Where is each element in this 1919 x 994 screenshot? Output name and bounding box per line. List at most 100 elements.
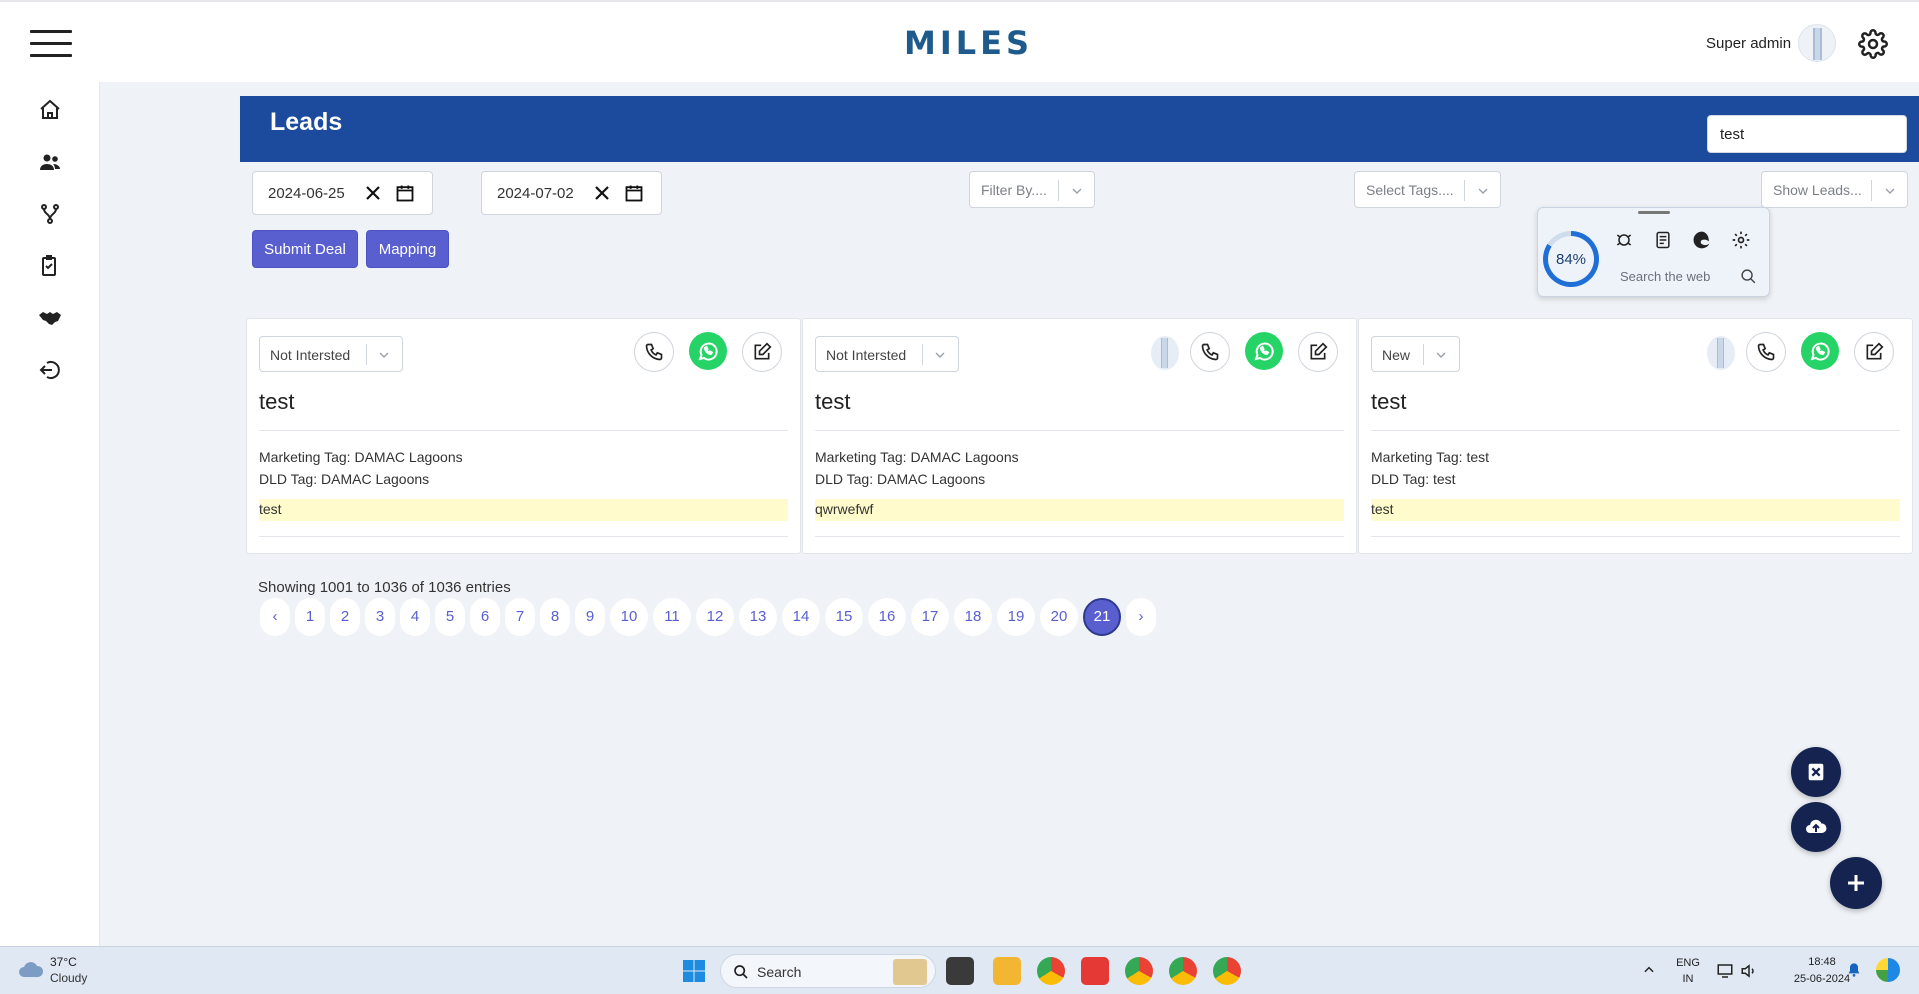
gear-icon[interactable] [1731, 230, 1751, 250]
windows-start-icon[interactable] [682, 959, 706, 983]
select-tags-placeholder: Select Tags.... [1366, 182, 1454, 198]
clear-icon[interactable] [364, 184, 382, 202]
page-14[interactable]: 14 [782, 598, 820, 636]
export-excel-button[interactable] [1791, 747, 1841, 797]
whatsapp-button[interactable] [1801, 332, 1839, 370]
network-icon[interactable] [1716, 962, 1734, 980]
page-8[interactable]: 8 [540, 598, 570, 636]
page-19[interactable]: 19 [997, 598, 1035, 636]
status-select[interactable]: Not Intersted [815, 336, 959, 372]
upload-button[interactable] [1791, 802, 1841, 852]
page-15[interactable]: 15 [825, 598, 863, 636]
volume-icon[interactable] [1740, 962, 1758, 980]
edit-button[interactable] [742, 332, 782, 372]
edge-icon[interactable] [1692, 230, 1712, 250]
page-3[interactable]: 3 [365, 598, 395, 636]
clock-date[interactable]: 25-06-2024 [1790, 973, 1854, 985]
page-9[interactable]: 9 [575, 598, 605, 636]
dragon-icon[interactable] [1614, 230, 1634, 250]
chrome-icon[interactable] [1037, 957, 1065, 985]
lead-card[interactable]: Not Intersted test Marketing Tag: DAMAC … [246, 318, 801, 554]
page-4[interactable]: 4 [400, 598, 430, 636]
page-18[interactable]: 18 [954, 598, 992, 636]
notes-icon[interactable] [1653, 230, 1673, 250]
page-6[interactable]: 6 [470, 598, 500, 636]
select-tags-select[interactable]: Select Tags.... [1354, 171, 1501, 208]
call-button[interactable] [1746, 332, 1786, 372]
notification-bell-icon[interactable] [1846, 961, 1862, 979]
home-icon[interactable] [38, 98, 62, 122]
status-select[interactable]: New [1371, 336, 1460, 372]
handshake-icon[interactable] [38, 306, 62, 330]
taskbar-search[interactable]: Search [720, 954, 936, 988]
calendar-icon[interactable] [395, 183, 415, 203]
date-from-field[interactable]: 2024-06-25 [252, 171, 433, 215]
submit-deal-button[interactable]: Submit Deal [252, 230, 358, 268]
page-2[interactable]: 2 [330, 598, 360, 636]
task-view-icon[interactable] [946, 957, 974, 985]
weather-condition[interactable]: Cloudy [50, 971, 87, 985]
taskbar-search-label: Search [757, 964, 802, 980]
search-icon[interactable] [1740, 268, 1757, 285]
page-12[interactable]: 12 [696, 598, 734, 636]
chrome-icon[interactable] [1169, 957, 1197, 985]
page-7[interactable]: 7 [505, 598, 535, 636]
cloud-icon[interactable] [18, 959, 44, 979]
page-5[interactable]: 5 [435, 598, 465, 636]
performance-meter[interactable]: 84% [1543, 231, 1599, 287]
date-to-field[interactable]: 2024-07-02 [481, 171, 662, 215]
app-logo[interactable]: MILES [904, 24, 1033, 62]
search-input[interactable] [1707, 115, 1907, 153]
call-button[interactable] [1190, 332, 1230, 372]
weather-temperature[interactable]: 37°C [50, 955, 77, 969]
mapping-button[interactable]: Mapping [366, 230, 449, 268]
avatar[interactable] [1798, 24, 1836, 62]
user-name: Super admin [1706, 35, 1792, 52]
page-1[interactable]: 1 [295, 598, 325, 636]
lead-card[interactable]: Not Intersted test Marketing Tag: DAMAC … [802, 318, 1357, 554]
page-11[interactable]: 11 [653, 598, 691, 636]
anydesk-icon[interactable] [1081, 957, 1109, 985]
gear-icon[interactable] [1858, 29, 1888, 59]
lead-name[interactable]: test [1371, 389, 1406, 415]
web-search-label[interactable]: Search the web [1620, 269, 1710, 284]
marketing-tag: Marketing Tag: DAMAC Lagoons [815, 449, 1019, 465]
call-button[interactable] [634, 332, 674, 372]
show-leads-select[interactable]: Show Leads... [1761, 171, 1908, 208]
page-17[interactable]: 17 [911, 598, 949, 636]
status-select[interactable]: Not Intersted [259, 336, 403, 372]
edit-button[interactable] [1854, 332, 1894, 372]
lead-card[interactable]: New test Marketing Tag: test DLD Tag: te… [1358, 318, 1913, 554]
filter-by-select[interactable]: Filter By.... [969, 171, 1095, 208]
whatsapp-button[interactable] [1245, 332, 1283, 370]
users-icon[interactable] [38, 150, 62, 174]
add-lead-button[interactable] [1830, 857, 1882, 909]
pagination-next[interactable]: › [1126, 598, 1156, 636]
file-explorer-icon[interactable] [993, 957, 1021, 985]
page-21[interactable]: 21 [1083, 598, 1121, 636]
clear-icon[interactable] [593, 184, 611, 202]
input-language[interactable]: ENG [1675, 957, 1701, 969]
page-13[interactable]: 13 [739, 598, 777, 636]
clock-time[interactable]: 18:48 [1798, 956, 1846, 968]
copilot-icon[interactable] [1876, 958, 1900, 982]
page-10[interactable]: 10 [610, 598, 648, 636]
whatsapp-button[interactable] [689, 332, 727, 370]
page-16[interactable]: 16 [868, 598, 906, 636]
lead-name[interactable]: test [815, 389, 850, 415]
chrome-icon[interactable] [1125, 957, 1153, 985]
calendar-icon[interactable] [624, 183, 644, 203]
input-region[interactable]: IN [1675, 973, 1701, 985]
drag-handle[interactable] [1638, 211, 1670, 214]
chrome-icon[interactable] [1213, 957, 1241, 985]
page-20[interactable]: 20 [1040, 598, 1078, 636]
lead-name[interactable]: test [259, 389, 294, 415]
clipboard-icon[interactable] [38, 254, 62, 278]
performance-percent: 84% [1548, 236, 1594, 282]
pagination-prev[interactable]: ‹ [260, 598, 290, 636]
chevron-up-icon[interactable] [1642, 963, 1656, 977]
logout-icon[interactable] [38, 358, 62, 382]
hamburger-menu-icon[interactable] [30, 30, 72, 58]
edit-button[interactable] [1298, 332, 1338, 372]
branch-icon[interactable] [38, 202, 62, 226]
